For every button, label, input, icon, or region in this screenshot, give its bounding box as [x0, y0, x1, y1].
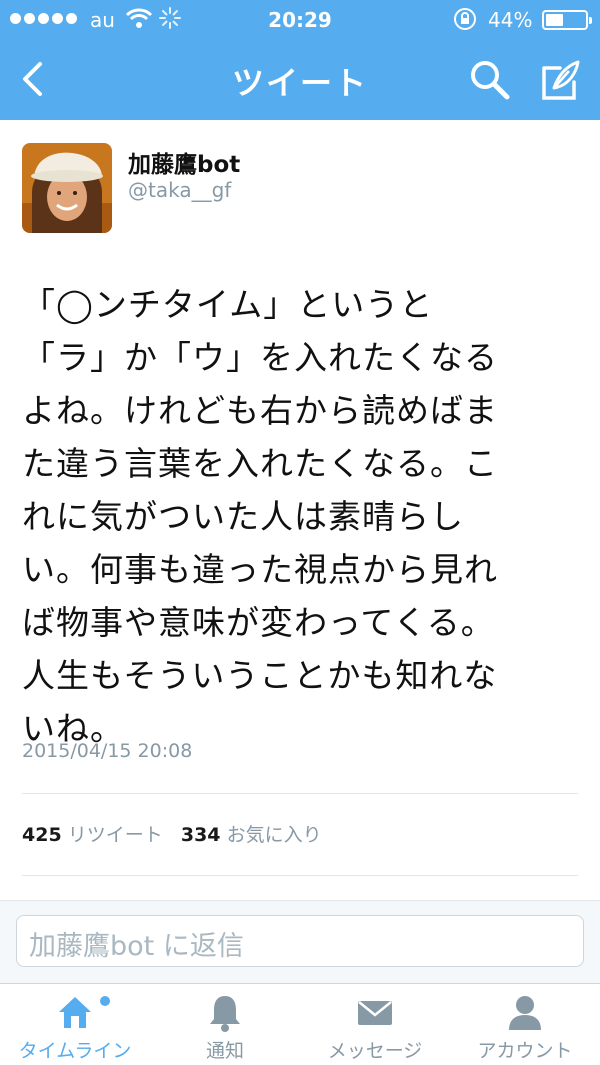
navigation-bar: ツイート — [0, 40, 600, 120]
favorite-label[interactable]: お気に入り — [227, 824, 322, 846]
tweet-text-line: ば物事や意味が変わってくる。 — [22, 603, 495, 642]
compose-tweet-button[interactable] — [536, 56, 584, 104]
tweet-stats: 425 リツイート 334 お気に入り — [22, 820, 322, 847]
tweet-text-line: た違う言葉を入れたくなる。こ — [22, 444, 498, 483]
retweet-label[interactable]: リツイート — [68, 824, 163, 846]
tab-bar: タイムライン 通知 メッセージ アカウント — [0, 983, 600, 1065]
tweet-text-line: 「◯ンチタイム」というと — [22, 285, 434, 324]
envelope-icon — [355, 992, 395, 1037]
status-bar: au 20:29 44% — [0, 0, 600, 40]
battery-level — [546, 14, 563, 26]
tab-notifications[interactable]: 通知 — [150, 984, 300, 1065]
tab-label: 通知 — [205, 1040, 244, 1062]
tab-label: タイムライン — [18, 1040, 132, 1062]
home-icon — [55, 992, 95, 1037]
reply-input[interactable]: 加藤鷹bot に返信 — [16, 915, 584, 967]
tab-timeline[interactable]: タイムライン — [0, 984, 150, 1065]
tweet-text: 「◯ンチタイム」というと 「ラ」か「ウ」を入れたくなる よね。けれども右から読め… — [22, 278, 582, 755]
tab-label: アカウント — [477, 1040, 573, 1062]
search-icon — [471, 61, 510, 100]
tab-messages[interactable]: メッセージ — [300, 984, 450, 1065]
tweet-timestamp: 2015/04/15 20:08 — [22, 740, 193, 762]
tweet-text-line: い。何事も違った視点から見れ — [22, 550, 498, 589]
tweet-text-line: よね。けれども右から読めばま — [22, 391, 498, 430]
new-tweets-indicator — [100, 996, 110, 1006]
battery-icon — [542, 10, 592, 30]
avatar[interactable] — [22, 143, 112, 233]
bell-icon — [205, 992, 245, 1037]
favorite-count[interactable]: 334 — [181, 824, 221, 846]
tweet-text-line: 「ラ」か「ウ」を入れたくなる — [22, 338, 498, 377]
display-name[interactable]: 加藤鷹bot — [128, 145, 240, 179]
reply-bar: 加藤鷹bot に返信 — [0, 900, 600, 983]
person-icon — [505, 992, 545, 1037]
top-bar: au 20:29 44% ツイート — [0, 0, 600, 120]
search-button[interactable] — [468, 58, 512, 102]
divider — [22, 875, 578, 876]
compose-icon — [542, 60, 580, 100]
divider — [22, 793, 578, 794]
tweet-text-line: れに気がついた人は素晴らし — [22, 497, 464, 536]
battery-percent: 44% — [488, 8, 533, 32]
tab-account[interactable]: アカウント — [450, 984, 600, 1065]
user-handle[interactable]: @taka__gf — [128, 178, 231, 202]
tab-label: メッセージ — [327, 1040, 423, 1062]
retweet-count[interactable]: 425 — [22, 824, 62, 846]
tweet-text-line: 人生もそういうことかも知れな — [22, 656, 498, 695]
rotation-lock-icon — [452, 6, 478, 37]
